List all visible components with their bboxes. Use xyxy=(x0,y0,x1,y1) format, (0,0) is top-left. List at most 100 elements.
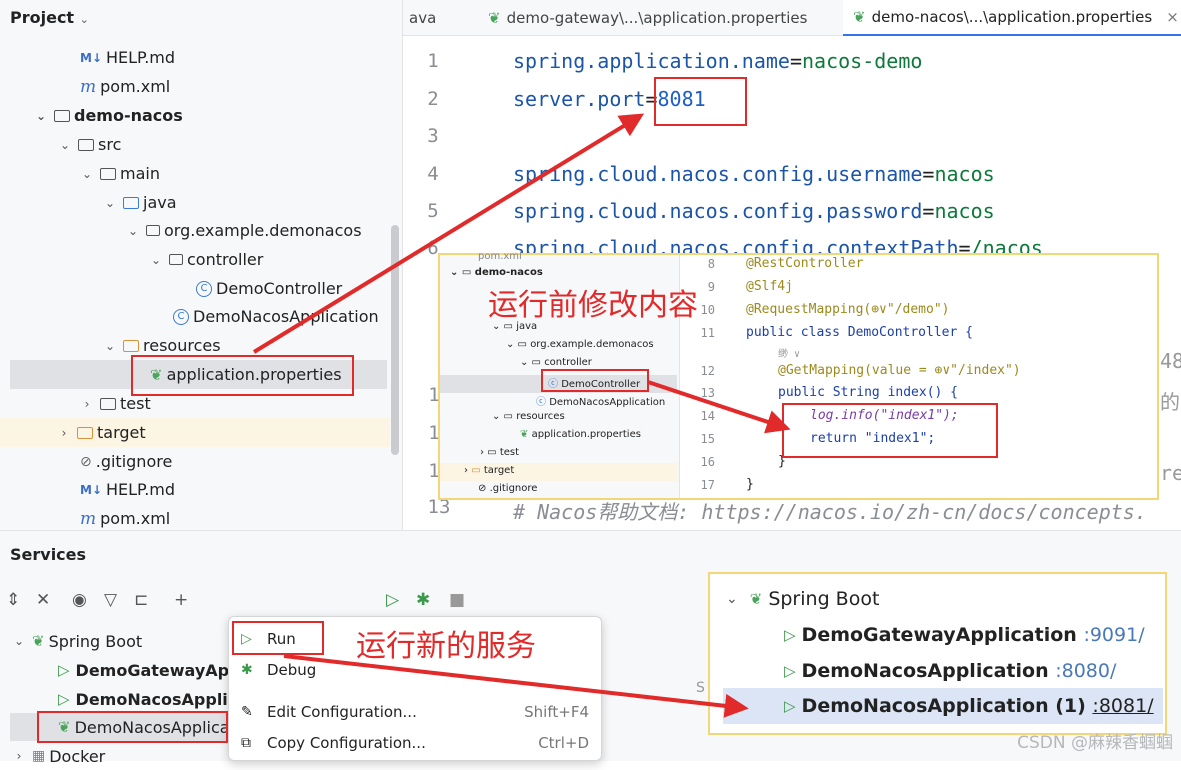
highlight-port xyxy=(654,77,747,126)
tree-item-package[interactable]: ⌄ org.example.demonacos xyxy=(126,216,362,245)
tree-item-pom-xml-2[interactable]: m pom.xml xyxy=(80,504,170,533)
folder-icon xyxy=(78,138,94,151)
chevron-right-icon[interactable]: › xyxy=(57,426,71,440)
editor-tabs: ava ❦ demo-gateway\...\application.proper… xyxy=(403,0,1181,36)
inset-tree-item: ⌄ ▭ controller xyxy=(520,357,592,368)
spring-boot-icon: ❦ xyxy=(32,632,45,650)
project-scrollbar[interactable] xyxy=(391,225,399,455)
chevron-down-icon[interactable]: ⌄ xyxy=(34,109,48,123)
project-panel: Project ⌄ M↓ HELP.md m pom.xml ⌄ demo-nacos… xyxy=(0,0,403,530)
chevron-down-icon[interactable]: ⌄ xyxy=(103,339,117,353)
inset-line-number: 11 xyxy=(700,326,715,340)
run-config-icon: ▷ xyxy=(784,697,796,715)
inset-code-line: @RestController xyxy=(746,256,864,271)
highlight-service-row xyxy=(37,711,228,743)
tab-nacos-properties[interactable]: ❦ demo-nacos\...\application.properties × xyxy=(843,0,1181,36)
chevron-down-icon[interactable]: ⌄ xyxy=(12,634,26,648)
menu-edit-configuration[interactable]: ✎ Edit Configuration... Shift+F4 xyxy=(229,698,601,726)
tab-java[interactable]: ava xyxy=(403,0,442,36)
partial-text: 48 xyxy=(1160,349,1181,373)
inset-line-number: 16 xyxy=(700,455,715,469)
highlight-inset-controller xyxy=(541,369,649,392)
project-title[interactable]: Project ⌄ xyxy=(10,8,89,27)
inset-services-screenshot: ⌄ ❦ Spring Boot ▷ DemoGatewayApplication :9… xyxy=(708,572,1167,735)
edit-icon: ✎ xyxy=(241,704,253,720)
maven-icon: m xyxy=(80,76,97,97)
inset-code-line: @Slf4j xyxy=(746,279,793,294)
code-line: spring.cloud.nacos.config.username=nacos xyxy=(513,162,995,186)
highlight-run-menu xyxy=(232,621,324,655)
excluded-folder-icon xyxy=(77,426,93,439)
chevron-down-icon[interactable]: ⌄ xyxy=(80,167,94,181)
code-line: spring.cloud.nacos.config.password=nacos xyxy=(513,199,995,223)
chevron-down-icon[interactable]: ⌄ xyxy=(126,224,140,238)
inset-line-number: 13 xyxy=(700,386,715,400)
svc-demo-gateway[interactable]: ▷ DemoGatewayApp xyxy=(58,656,241,684)
svc-docker[interactable]: › ▦ Docker xyxy=(12,742,106,770)
tree-item-help-md[interactable]: M↓ HELP.md xyxy=(80,43,175,72)
close-icon[interactable]: × xyxy=(1166,8,1179,26)
folder-icon xyxy=(100,397,116,410)
eye-icon[interactable]: ◉ xyxy=(72,590,87,610)
line-number: 3 xyxy=(427,125,439,147)
chevron-down-icon[interactable]: ⌄ xyxy=(149,253,163,267)
inset-app-gateway: ▷ DemoGatewayApplication :9091/ xyxy=(784,624,1145,646)
folder-icon xyxy=(100,167,116,180)
tree-item-democontroller[interactable]: C DemoController xyxy=(196,274,342,303)
menu-copy-configuration[interactable]: ⧉ Copy Configuration... Ctrl+D xyxy=(229,729,601,757)
class-icon: C xyxy=(196,280,212,297)
spring-leaf-icon: ❦ xyxy=(488,9,501,27)
stop-icon[interactable]: ■ xyxy=(449,590,465,610)
partial-text: S xyxy=(696,680,705,696)
tree-item-pom-xml[interactable]: m pom.xml xyxy=(80,72,170,101)
collapse-all-icon[interactable]: ✕ xyxy=(36,590,50,610)
inset-tree-item: pom.xml xyxy=(478,251,522,262)
group-icon[interactable]: ⊏ xyxy=(134,590,148,610)
inset-tree-item: ⌄ ▭ resources xyxy=(492,411,565,422)
tree-item-gitignore[interactable]: ⊘ .gitignore xyxy=(80,447,172,476)
tree-item-src[interactable]: ⌄ src xyxy=(58,130,121,159)
tree-item-main[interactable]: ⌄ main xyxy=(80,159,160,188)
resources-folder-icon xyxy=(123,339,139,352)
partial-text: 的 xyxy=(1160,390,1180,414)
svc-spring-boot[interactable]: ⌄ ❦ Spring Boot xyxy=(12,627,142,655)
run-icon[interactable]: ▷ xyxy=(386,590,399,610)
chevron-right-icon[interactable]: › xyxy=(80,397,94,411)
markdown-icon: M↓ xyxy=(80,482,102,497)
inset-app-nacos: ▷ DemoNacosApplication :8080/ xyxy=(784,660,1117,682)
run-config-icon: ▷ xyxy=(58,661,70,679)
add-icon[interactable]: + xyxy=(174,590,188,610)
line-number: 2 xyxy=(427,88,439,110)
tab-gateway-properties[interactable]: ❦ demo-gateway\...\application.properties xyxy=(478,0,817,36)
inset-code-line: @RequestMapping(⊕∨"/demo") xyxy=(746,302,950,317)
line-number: 1 xyxy=(427,50,439,72)
svc-demo-nacos[interactable]: ▷ DemoNacosApplic xyxy=(58,685,237,713)
tree-item-target[interactable]: › target xyxy=(0,418,390,447)
partial-text: res xyxy=(1160,461,1181,485)
expand-all-icon[interactable]: ⇕ xyxy=(6,590,20,610)
inset-line-number: 8 xyxy=(707,257,715,271)
chevron-down-icon[interactable]: ⌄ xyxy=(103,196,117,210)
tree-item-demo-nacos[interactable]: ⌄ demo-nacos xyxy=(34,101,183,130)
tree-item-controller[interactable]: ⌄ controller xyxy=(149,245,263,274)
maven-icon: m xyxy=(80,508,97,529)
callout-run-new: 运行新的服务 xyxy=(356,629,536,664)
highlight-inset-code xyxy=(782,403,998,458)
tree-item-java[interactable]: ⌄ java xyxy=(103,188,177,217)
spring-class-icon: C xyxy=(173,308,189,325)
highlight-properties-file xyxy=(131,355,354,396)
debug-icon: ✱ xyxy=(241,662,253,678)
inset-tree-item: › ▭ test xyxy=(480,447,520,458)
inset-code-line: @GetMapping(value = ⊕∨"/index") xyxy=(778,363,1021,378)
chevron-down-icon[interactable]: ⌄ xyxy=(58,138,72,152)
filter-icon[interactable]: ▽ xyxy=(104,590,117,610)
inset-line-number: 15 xyxy=(700,432,715,446)
services-title: Services xyxy=(10,545,87,564)
tree-item-demonacosapplication[interactable]: C DemoNacosApplication xyxy=(173,302,379,331)
copy-icon: ⧉ xyxy=(241,735,251,751)
package-icon xyxy=(146,225,160,236)
spring-boot-icon: ❦ xyxy=(749,590,763,608)
inset-tree-item: ⌄ ▭ demo-nacos xyxy=(450,267,543,278)
tree-item-help-md-2[interactable]: M↓ HELP.md xyxy=(80,475,175,504)
debug-icon[interactable]: ✱ xyxy=(416,590,430,610)
